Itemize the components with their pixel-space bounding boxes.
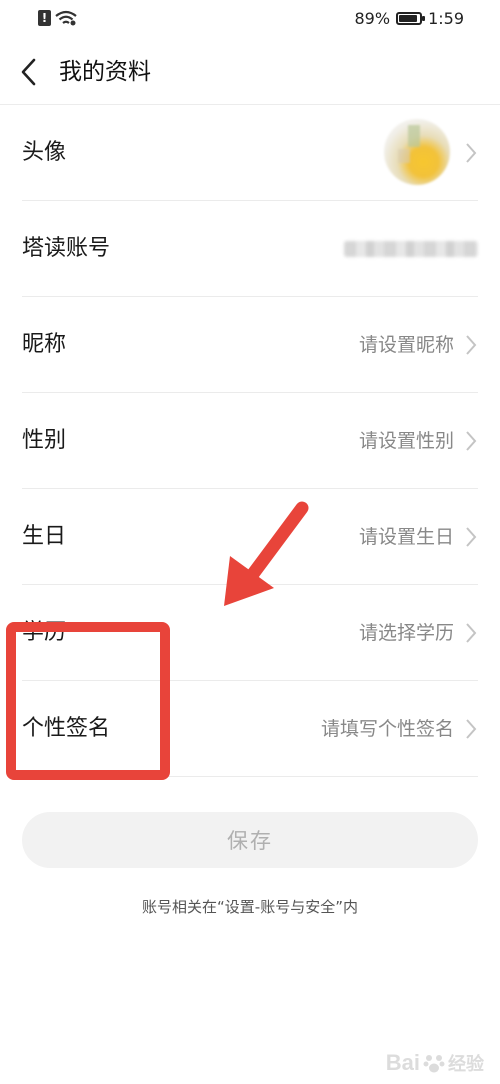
status-bar: ! 89% 1:59 bbox=[0, 0, 500, 40]
chevron-right-icon bbox=[466, 719, 477, 739]
row-gender[interactable]: 性别 请设置性别 bbox=[0, 393, 500, 489]
annotation-highlight-box bbox=[6, 622, 170, 780]
row-label: 生日 bbox=[22, 524, 67, 549]
row-value: 请选择学历 bbox=[358, 622, 454, 644]
footer-note: 账号相关在“设置-账号与安全”内 bbox=[142, 898, 358, 916]
chevron-right-icon bbox=[466, 527, 477, 547]
row-value: 请设置生日 bbox=[358, 526, 454, 548]
chevron-right-icon bbox=[466, 143, 477, 163]
battery-icon bbox=[396, 12, 426, 25]
baidu-watermark: Bai 经验 bbox=[386, 1050, 484, 1076]
paw-icon bbox=[423, 1055, 445, 1073]
header: 我的资料 bbox=[0, 40, 500, 104]
account-id-redacted bbox=[344, 241, 478, 257]
row-value: 请设置昵称 bbox=[358, 334, 454, 356]
status-left: ! bbox=[38, 10, 77, 26]
row-label: 性别 bbox=[22, 428, 67, 453]
row-nickname[interactable]: 昵称 请设置昵称 bbox=[0, 297, 500, 393]
save-button[interactable]: 保存 bbox=[22, 812, 478, 868]
back-chevron-icon[interactable] bbox=[18, 56, 42, 88]
chevron-right-icon bbox=[466, 335, 477, 355]
row-label: 塔读账号 bbox=[22, 236, 111, 261]
row-avatar[interactable]: 头像 bbox=[0, 105, 500, 201]
row-label: 头像 bbox=[22, 140, 67, 165]
row-value: 请设置性别 bbox=[358, 430, 454, 452]
page-title: 我的资料 bbox=[59, 59, 151, 85]
battery-percent: 89% bbox=[354, 9, 391, 28]
status-right: 89% 1:59 bbox=[355, 9, 465, 28]
chevron-right-icon bbox=[466, 623, 477, 643]
row-account: 塔读账号 bbox=[0, 201, 500, 297]
alert-icon: ! bbox=[38, 10, 51, 26]
row-value: 请填写个性签名 bbox=[320, 718, 454, 740]
annotation-arrow-icon bbox=[224, 501, 309, 606]
chevron-right-icon bbox=[466, 431, 477, 451]
avatar-blur-block bbox=[408, 125, 420, 147]
watermark-logo-text: Bai bbox=[385, 1050, 420, 1075]
avatar-blur-block bbox=[398, 149, 410, 163]
clock: 1:59 bbox=[428, 9, 464, 28]
battery-fill bbox=[399, 15, 418, 22]
row-label: 昵称 bbox=[22, 332, 67, 357]
avatar[interactable] bbox=[384, 119, 450, 185]
wifi-icon bbox=[55, 10, 77, 26]
watermark-sub-text: 经验 bbox=[448, 1054, 484, 1075]
